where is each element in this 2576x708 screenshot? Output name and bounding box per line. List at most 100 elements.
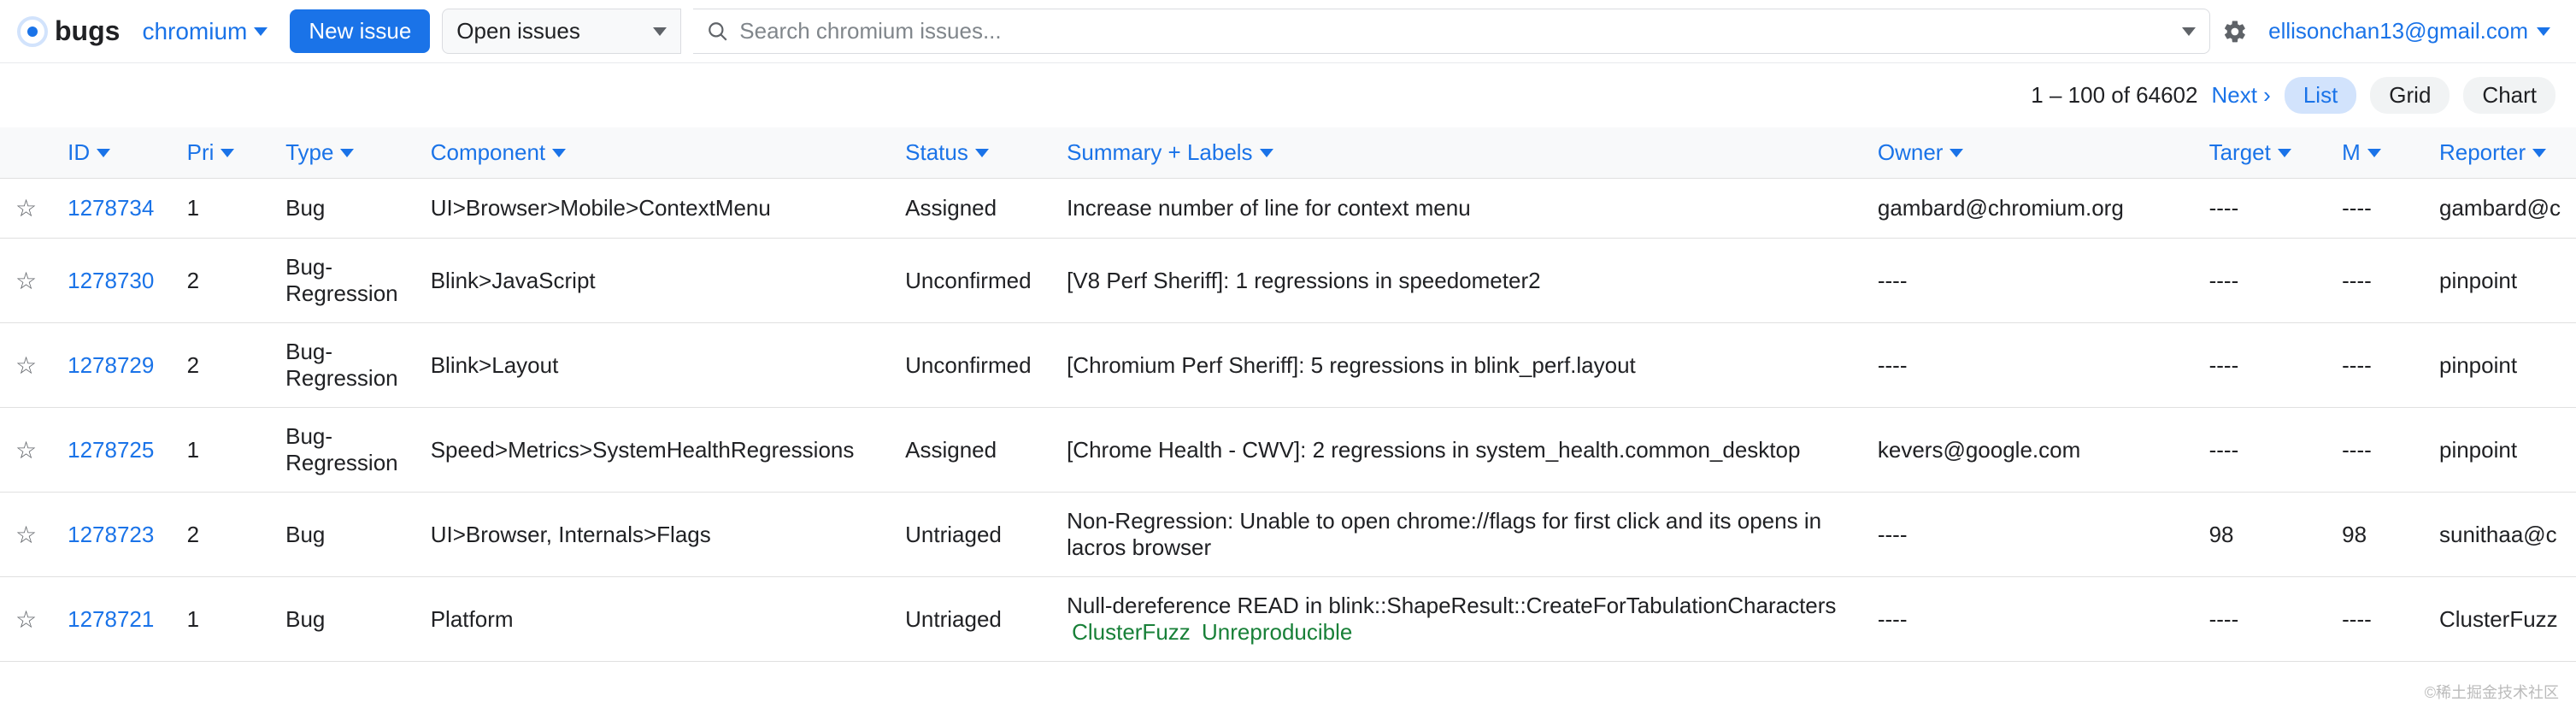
star-icon[interactable]: ☆: [15, 522, 37, 548]
cell-m: ----: [2326, 577, 2424, 662]
logo-icon: [17, 16, 48, 47]
cell-type: Bug: [270, 577, 415, 662]
cell-summary: [Chromium Perf Sheriff]: 5 regressions i…: [1051, 323, 1862, 408]
col-summary[interactable]: Summary + Labels: [1051, 127, 1862, 179]
cell-owner: gambard@chromium.org: [1862, 179, 2194, 239]
col-target[interactable]: Target: [2194, 127, 2327, 179]
cell-component: Blink>Layout: [415, 323, 890, 408]
cell-owner: ----: [1862, 493, 2194, 577]
table-row[interactable]: ☆ 1278723 2 Bug UI>Browser, Internals>Fl…: [0, 493, 2576, 577]
table-row[interactable]: ☆ 1278730 2 Bug-Regression Blink>JavaScr…: [0, 239, 2576, 323]
star-icon[interactable]: ☆: [15, 268, 37, 294]
search-icon: [707, 21, 729, 43]
issue-label[interactable]: Unreproducible: [1202, 619, 1352, 645]
table-header-row: ID Pri Type Component Status Summary + L…: [0, 127, 2576, 179]
star-icon[interactable]: ☆: [15, 195, 37, 221]
filter-dropdown[interactable]: Open issues: [442, 9, 681, 54]
cell-target: ----: [2194, 323, 2327, 408]
logo[interactable]: bugs: [17, 15, 120, 47]
cell-component: UI>Browser, Internals>Flags: [415, 493, 890, 577]
cell-component: Blink>JavaScript: [415, 239, 890, 323]
cell-summary: Non-Regression: Unable to open chrome://…: [1051, 493, 1862, 577]
cell-component: UI>Browser>Mobile>ContextMenu: [415, 179, 890, 239]
cell-summary: [V8 Perf Sheriff]: 1 regressions in spee…: [1051, 239, 1862, 323]
table-row[interactable]: ☆ 1278721 1 Bug Platform Untriaged Null-…: [0, 577, 2576, 662]
star-icon[interactable]: ☆: [15, 606, 37, 633]
search-input[interactable]: [739, 18, 2172, 44]
cell-status: Untriaged: [890, 577, 1051, 662]
cell-reporter: sunithaa@c: [2424, 493, 2576, 577]
logo-text: bugs: [55, 15, 120, 47]
col-id[interactable]: ID: [52, 127, 172, 179]
chevron-down-icon: [653, 27, 667, 36]
cell-reporter: pinpoint: [2424, 408, 2576, 493]
cell-type: Bug-Regression: [270, 239, 415, 323]
cell-owner: ----: [1862, 239, 2194, 323]
issue-id-link[interactable]: 1278730: [68, 268, 154, 293]
cell-target: ----: [2194, 239, 2327, 323]
cell-reporter: pinpoint: [2424, 323, 2576, 408]
col-star: [0, 127, 52, 179]
cell-status: Assigned: [890, 408, 1051, 493]
cell-m: 98: [2326, 493, 2424, 577]
issues-table: ID Pri Type Component Status Summary + L…: [0, 127, 2576, 662]
cell-target: ----: [2194, 577, 2327, 662]
chevron-down-icon: [254, 27, 268, 36]
cell-component: Speed>Metrics>SystemHealthRegressions: [415, 408, 890, 493]
user-email: ellisonchan13@gmail.com: [2268, 18, 2528, 44]
pagination-range: 1 – 100 of 64602: [2031, 82, 2197, 109]
view-chart-button[interactable]: Chart: [2463, 77, 2555, 114]
cell-summary: Null-dereference READ in blink::ShapeRes…: [1051, 577, 1862, 662]
cell-pri: 2: [172, 323, 270, 408]
project-dropdown[interactable]: chromium: [132, 11, 278, 52]
col-owner[interactable]: Owner: [1862, 127, 2194, 179]
issue-id-link[interactable]: 1278729: [68, 352, 154, 378]
user-dropdown[interactable]: ellisonchan13@gmail.com: [2260, 18, 2559, 44]
cell-summary: Increase number of line for context menu: [1051, 179, 1862, 239]
gear-icon[interactable]: [2222, 19, 2248, 44]
issue-id-link[interactable]: 1278723: [68, 522, 154, 547]
next-page-link[interactable]: Next ›: [2211, 82, 2270, 109]
cell-status: Assigned: [890, 179, 1051, 239]
cell-status: Untriaged: [890, 493, 1051, 577]
cell-reporter: gambard@c: [2424, 179, 2576, 239]
cell-m: ----: [2326, 408, 2424, 493]
issue-id-link[interactable]: 1278721: [68, 606, 154, 632]
star-icon[interactable]: ☆: [15, 352, 37, 379]
cell-type: Bug: [270, 493, 415, 577]
issue-label[interactable]: ClusterFuzz: [1072, 619, 1191, 645]
chevron-down-icon: [2537, 27, 2550, 36]
header-bar: bugs chromium New issue Open issues elli…: [0, 0, 2576, 63]
table-row[interactable]: ☆ 1278729 2 Bug-Regression Blink>Layout …: [0, 323, 2576, 408]
view-list-button[interactable]: List: [2285, 77, 2356, 114]
cell-pri: 2: [172, 493, 270, 577]
col-pri[interactable]: Pri: [172, 127, 270, 179]
cell-reporter: pinpoint: [2424, 239, 2576, 323]
issue-id-link[interactable]: 1278725: [68, 437, 154, 463]
star-icon[interactable]: ☆: [15, 437, 37, 463]
issues-table-wrap: ID Pri Type Component Status Summary + L…: [0, 127, 2576, 662]
col-status[interactable]: Status: [890, 127, 1051, 179]
cell-type: Bug: [270, 179, 415, 239]
table-row[interactable]: ☆ 1278734 1 Bug UI>Browser>Mobile>Contex…: [0, 179, 2576, 239]
cell-owner: ----: [1862, 323, 2194, 408]
cell-pri: 1: [172, 179, 270, 239]
cell-status: Unconfirmed: [890, 323, 1051, 408]
cell-m: ----: [2326, 323, 2424, 408]
col-reporter[interactable]: Reporter: [2424, 127, 2576, 179]
issue-id-link[interactable]: 1278734: [68, 195, 154, 221]
cell-target: ----: [2194, 408, 2327, 493]
col-type[interactable]: Type: [270, 127, 415, 179]
col-m[interactable]: M: [2326, 127, 2424, 179]
cell-owner: kevers@google.com: [1862, 408, 2194, 493]
new-issue-button[interactable]: New issue: [290, 9, 430, 53]
cell-target: 98: [2194, 493, 2327, 577]
cell-type: Bug-Regression: [270, 408, 415, 493]
col-component[interactable]: Component: [415, 127, 890, 179]
table-row[interactable]: ☆ 1278725 1 Bug-Regression Speed>Metrics…: [0, 408, 2576, 493]
cell-owner: ----: [1862, 577, 2194, 662]
view-grid-button[interactable]: Grid: [2370, 77, 2450, 114]
cell-pri: 1: [172, 408, 270, 493]
chevron-down-icon[interactable]: [2182, 27, 2196, 36]
list-toolbar: 1 – 100 of 64602 Next › List Grid Chart: [0, 63, 2576, 127]
